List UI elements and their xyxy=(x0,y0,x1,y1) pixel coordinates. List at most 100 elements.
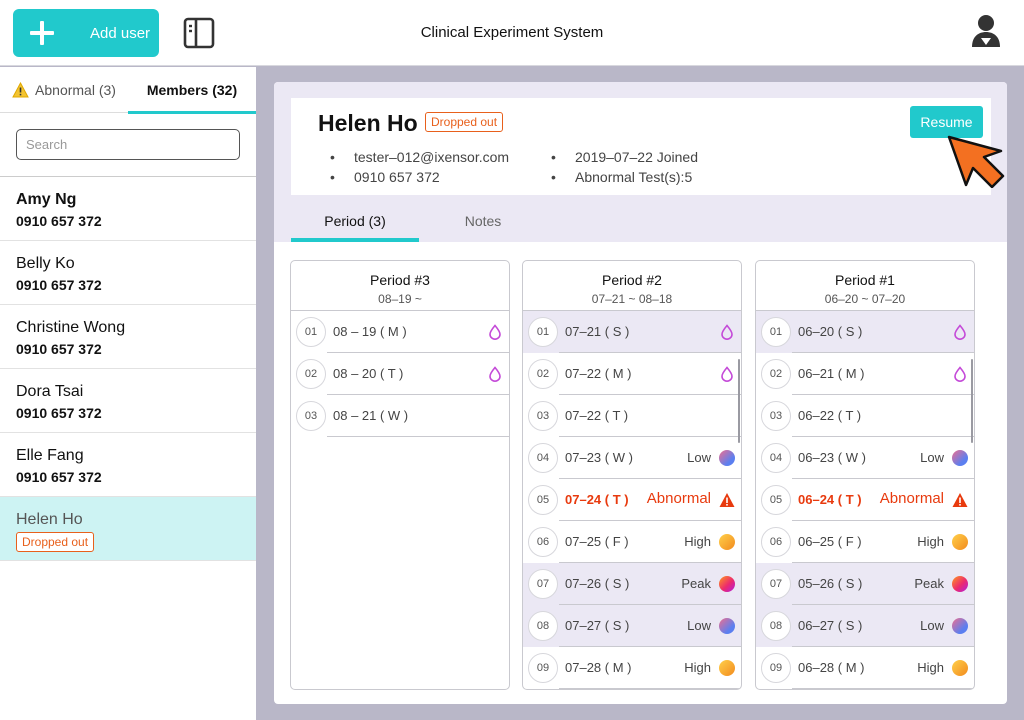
period-day-row[interactable]: 04 07–23 ( W ) Low xyxy=(523,437,741,479)
scrollbar[interactable] xyxy=(971,359,973,443)
day-date: 07–22 ( T ) xyxy=(565,408,629,423)
day-date: 07–23 ( W ) xyxy=(565,450,633,465)
day-date: 07–27 ( S ) xyxy=(565,618,630,633)
member-phone: 0910 657 372 xyxy=(16,341,102,357)
period-day-row[interactable]: 01 06–20 ( S ) xyxy=(756,311,974,353)
profile-joined: 2019–07–22 Joined xyxy=(551,149,698,165)
high-dot-icon xyxy=(952,534,968,550)
day-number: 06 xyxy=(528,527,558,557)
member-item-christine-wong[interactable]: Christine Wong 0910 657 372 xyxy=(0,305,256,369)
drop-icon xyxy=(489,324,501,340)
period-day-row[interactable]: 02 08 – 20 ( T ) xyxy=(291,353,509,395)
sidebar-tabs: Abnormal (3) Members (32) xyxy=(0,67,256,114)
period-day-row[interactable]: 09 06–28 ( M ) High xyxy=(756,647,974,689)
app-header: Add user Clinical Experiment System xyxy=(0,0,1024,66)
day-number: 09 xyxy=(761,653,791,683)
period-day-row[interactable]: 07 05–26 ( S ) Peak xyxy=(756,563,974,605)
day-date: 06–23 ( W ) xyxy=(798,450,866,465)
day-date: 06–28 ( M ) xyxy=(798,660,865,675)
period-day-row[interactable]: 05 07–24 ( T ) Abnormal xyxy=(523,479,741,521)
member-name: Elle Fang xyxy=(16,447,84,464)
day-date: 07–28 ( M ) xyxy=(565,660,632,675)
day-number: 03 xyxy=(761,401,791,431)
period-day-row[interactable]: 09 07–28 ( M ) High xyxy=(523,647,741,689)
drop-icon xyxy=(954,324,966,340)
profile-email: tester–012@ixensor.com xyxy=(330,149,509,165)
period-day-row[interactable]: 08 06–27 ( S ) Low xyxy=(756,605,974,647)
period-rows: 01 08 – 19 ( M ) 02 08 – 20 ( T ) 03 08 – 21 … xyxy=(291,311,509,437)
period-day-row[interactable]: 03 08 – 21 ( W ) xyxy=(291,395,509,437)
day-number: 04 xyxy=(761,443,791,473)
period-range: 07–21 ~ 08–18 xyxy=(591,292,673,306)
day-status: Abnormal xyxy=(879,490,944,507)
period-day-row[interactable]: 06 06–25 ( F ) High xyxy=(756,521,974,563)
period-rows: 01 07–21 ( S ) 02 07–22 ( M ) 03 07–22 ( T ) 0… xyxy=(523,311,741,689)
profile-abnormal-tests: Abnormal Test(s):5 xyxy=(551,169,692,185)
drop-icon xyxy=(954,366,966,382)
period-day-row[interactable]: 01 07–21 ( S ) xyxy=(523,311,741,353)
period-title: Period #1 xyxy=(835,272,895,288)
member-item-elle-fang[interactable]: Elle Fang 0910 657 372 xyxy=(0,433,256,497)
tab-members-label: Members (32) xyxy=(146,82,238,98)
day-status: High xyxy=(684,660,711,675)
day-date: 08 – 20 ( T ) xyxy=(333,366,404,381)
day-number: 08 xyxy=(761,611,791,641)
low-dot-icon xyxy=(952,618,968,634)
day-date: 06–24 ( T ) xyxy=(798,492,862,507)
day-date: 07–25 ( F ) xyxy=(565,534,629,549)
panel-toggle-icon[interactable] xyxy=(183,17,215,49)
period-column-3: Period #3 08–19 ~ 01 08 – 19 ( M ) 02 08 – … xyxy=(290,260,510,690)
day-status: Abnormal xyxy=(646,490,711,507)
member-phone: 0910 657 372 xyxy=(16,213,102,229)
day-number: 07 xyxy=(761,569,791,599)
low-dot-icon xyxy=(719,450,735,466)
member-item-dora-tsai[interactable]: Dora Tsai 0910 657 372 xyxy=(0,369,256,433)
day-number: 08 xyxy=(528,611,558,641)
period-header: Period #1 06–20 ~ 07–20 xyxy=(756,261,974,311)
day-number: 03 xyxy=(528,401,558,431)
high-dot-icon xyxy=(719,660,735,676)
period-day-row[interactable]: 06 07–25 ( F ) High xyxy=(523,521,741,563)
user-avatar-icon[interactable] xyxy=(970,14,1002,50)
day-date: 06–21 ( M ) xyxy=(798,366,865,381)
tab-abnormal[interactable]: Abnormal (3) xyxy=(0,67,128,113)
member-name: Belly Ko xyxy=(16,255,75,272)
warning-icon xyxy=(719,493,735,507)
profile-status-badge: Dropped out xyxy=(425,112,504,132)
period-day-row[interactable]: 04 06–23 ( W ) Low xyxy=(756,437,974,479)
day-number: 05 xyxy=(761,485,791,515)
period-day-row[interactable]: 03 07–22 ( T ) xyxy=(523,395,741,437)
day-number: 06 xyxy=(761,527,791,557)
period-day-row[interactable]: 05 06–24 ( T ) Abnormal xyxy=(756,479,974,521)
period-column-2: Period #2 07–21 ~ 08–18 01 07–21 ( S ) 02 0… xyxy=(522,260,742,690)
period-day-row[interactable]: 02 07–22 ( M ) xyxy=(523,353,741,395)
period-day-row[interactable]: 08 07–27 ( S ) Low xyxy=(523,605,741,647)
low-dot-icon xyxy=(952,450,968,466)
period-column-1: Period #1 06–20 ~ 07–20 01 06–20 ( S ) 02 0… xyxy=(755,260,975,690)
resume-button[interactable]: Resume xyxy=(910,106,983,138)
period-day-row[interactable]: 02 06–21 ( M ) xyxy=(756,353,974,395)
period-day-row[interactable]: 03 06–22 ( T ) xyxy=(756,395,974,437)
tab-members[interactable]: Members (32) xyxy=(128,67,256,114)
day-status: High xyxy=(917,660,944,675)
period-range: 06–20 ~ 07–20 xyxy=(824,292,906,306)
day-date: 07–26 ( S ) xyxy=(565,576,630,591)
scrollbar[interactable] xyxy=(738,359,740,443)
period-day-row[interactable]: 07 07–26 ( S ) Peak xyxy=(523,563,741,605)
day-date: 06–20 ( S ) xyxy=(798,324,863,339)
member-item-helen-ho[interactable]: Helen Ho Dropped out xyxy=(0,497,256,561)
day-status: Low xyxy=(687,450,711,465)
day-number: 02 xyxy=(296,359,326,389)
add-user-button[interactable]: Add user xyxy=(13,9,159,57)
profile-name: Helen Ho xyxy=(318,110,418,136)
member-item-amy-ng[interactable]: Amy Ng 0910 657 372 xyxy=(0,177,256,241)
member-item-belly-ko[interactable]: Belly Ko 0910 657 372 xyxy=(0,241,256,305)
day-status: Low xyxy=(687,618,711,633)
day-status: Low xyxy=(920,618,944,633)
search-input[interactable] xyxy=(16,129,240,160)
member-name: Amy Ng xyxy=(16,191,77,208)
tab-period[interactable]: Period (3) xyxy=(291,200,419,242)
warning-icon xyxy=(12,82,29,98)
period-day-row[interactable]: 01 08 – 19 ( M ) xyxy=(291,311,509,353)
tab-notes[interactable]: Notes xyxy=(419,200,547,242)
